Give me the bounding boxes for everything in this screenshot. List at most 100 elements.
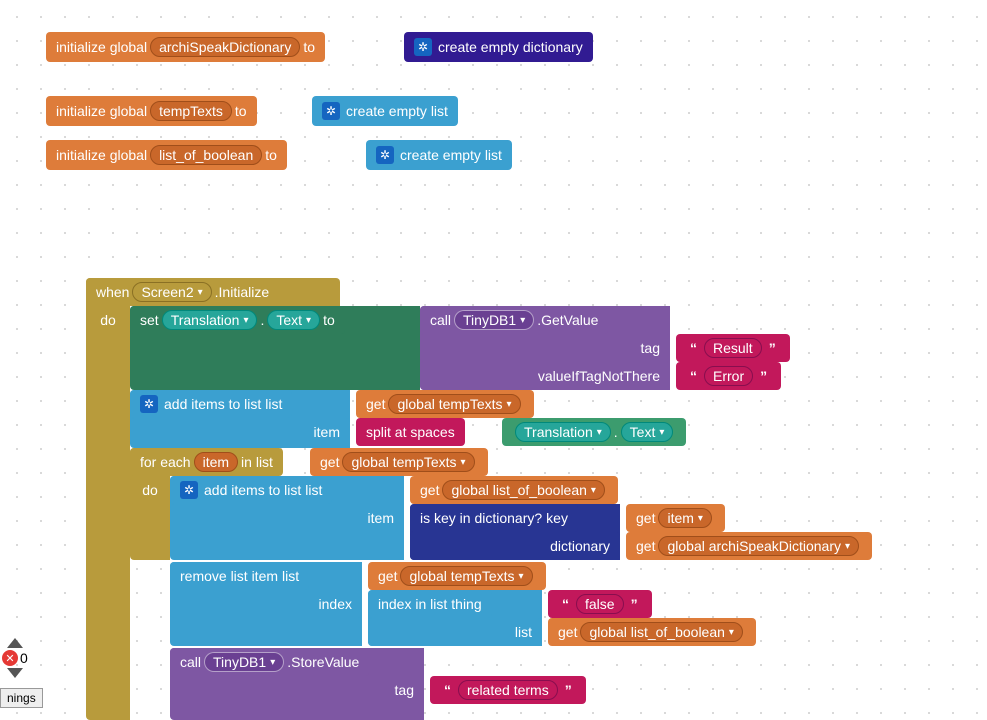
tinydb-dropdown[interactable]: TinyDB1	[454, 310, 534, 330]
get-temp-3[interactable]: get global tempTexts	[368, 562, 546, 590]
p1: list	[305, 482, 322, 498]
prop-dropdown[interactable]: Text	[267, 310, 320, 330]
string-false[interactable]: “ false ”	[548, 590, 652, 618]
get-temp-2[interactable]: get global tempTexts	[310, 448, 488, 476]
p1: list	[282, 568, 299, 584]
label: create empty list	[400, 147, 502, 163]
gear-icon[interactable]: ✲	[140, 395, 158, 413]
add-items-1[interactable]: ✲ add items to list list	[130, 390, 292, 418]
var[interactable]: global tempTexts	[400, 566, 532, 586]
screen-dropdown[interactable]: Screen2	[132, 282, 211, 302]
create-empty-dict[interactable]: ✲ create empty dictionary	[404, 32, 593, 62]
foreach-header[interactable]: for each item in list	[130, 448, 283, 476]
add-items-1-item: item	[130, 418, 350, 446]
in: in list	[241, 454, 273, 470]
error-icon: ✕	[2, 650, 18, 666]
get-item[interactable]: get item	[626, 504, 725, 532]
value[interactable]: Error	[704, 366, 753, 386]
create-empty-list-2[interactable]: ✲ create empty list	[366, 140, 512, 170]
var[interactable]: global tempTexts	[342, 452, 474, 472]
method: .GetValue	[537, 312, 598, 328]
iskey[interactable]: is key in dictionary? key	[410, 504, 578, 532]
remove-index: index	[170, 590, 362, 618]
gear-icon[interactable]: ✲	[322, 102, 340, 120]
tinydb-dropdown-2[interactable]: TinyDB1	[204, 652, 284, 672]
value[interactable]: Result	[704, 338, 762, 358]
get: get	[378, 568, 397, 584]
to: to	[265, 147, 277, 163]
add-items-2[interactable]: ✲ add items to list list	[170, 476, 332, 504]
call-store[interactable]: call TinyDB1 .StoreValue	[170, 648, 369, 676]
create-empty-list-1[interactable]: ✲ create empty list	[312, 96, 458, 126]
comp[interactable]: Translation	[515, 422, 611, 442]
p1: list	[265, 396, 282, 412]
index-in-list[interactable]: index in list thing	[368, 590, 492, 618]
index-list: list	[368, 618, 542, 646]
split-at-spaces[interactable]: split at spaces	[356, 418, 465, 446]
gear-icon[interactable]: ✲	[414, 38, 432, 56]
varname: list_of_boolean	[150, 145, 262, 165]
to: to	[303, 39, 315, 55]
open-quote: “	[686, 340, 701, 356]
expand-up-icon[interactable]	[7, 638, 23, 648]
var[interactable]: global list_of_boolean	[580, 622, 742, 642]
init-global-dict[interactable]: initialize global archiSpeakDictionary t…	[46, 32, 325, 62]
set-block[interactable]: set Translation . Text to	[130, 306, 345, 334]
get: get	[366, 396, 385, 412]
call: call	[430, 312, 451, 328]
var[interactable]: global archiSpeakDictionary	[658, 536, 859, 556]
varname: archiSpeakDictionary	[150, 37, 300, 57]
init-global-bool[interactable]: initialize global list_of_boolean to	[46, 140, 287, 170]
event-body	[86, 278, 130, 720]
store-tag: tag	[170, 676, 424, 704]
prop[interactable]: Text	[621, 422, 674, 442]
error-indicator[interactable]: ✕ 0	[2, 650, 28, 666]
translation-text-getter[interactable]: Translation . Text	[502, 418, 686, 446]
get: get	[636, 538, 655, 554]
value[interactable]: related terms	[458, 680, 558, 700]
varname: tempTexts	[150, 101, 232, 121]
string-related[interactable]: “ related terms ”	[430, 676, 586, 704]
error-count: 0	[20, 650, 28, 666]
label: remove list item	[180, 568, 278, 584]
label: index in list	[378, 596, 447, 612]
get-bool-2[interactable]: get global list_of_boolean	[548, 618, 756, 646]
close-quote: ”	[756, 368, 771, 384]
label: initialize global	[56, 147, 147, 163]
string-error[interactable]: “ Error ”	[676, 362, 781, 390]
string-result[interactable]: “ Result ”	[676, 334, 790, 362]
warnings-tab[interactable]: nings	[0, 688, 43, 708]
init: .Initialize	[215, 284, 269, 300]
open-quote: “	[440, 682, 455, 698]
event-header[interactable]: when Screen2 .Initialize	[86, 278, 340, 306]
get-bool-1[interactable]: get global list_of_boolean	[410, 476, 618, 504]
set: set	[140, 312, 159, 328]
close-quote: ”	[561, 682, 576, 698]
value[interactable]: false	[576, 594, 624, 614]
get-temp-1[interactable]: get global tempTexts	[356, 390, 534, 418]
gear-icon[interactable]: ✲	[376, 146, 394, 164]
thing: thing	[451, 596, 481, 612]
var[interactable]: item	[658, 508, 711, 528]
label: is key in dictionary?	[420, 510, 542, 526]
component-dropdown[interactable]: Translation	[162, 310, 258, 330]
item[interactable]: item	[194, 452, 238, 472]
workspace-controls: ✕ 0	[2, 636, 28, 680]
expand-down-icon[interactable]	[7, 668, 23, 678]
label: create empty list	[346, 103, 448, 119]
get: get	[320, 454, 339, 470]
remove-item[interactable]: remove list item list	[170, 562, 309, 590]
var[interactable]: global list_of_boolean	[442, 480, 604, 500]
dot: .	[614, 424, 618, 440]
label: add items to list	[164, 396, 261, 412]
call-getvalue[interactable]: call TinyDB1 .GetValue	[420, 306, 608, 334]
add-items-2-item: item	[170, 504, 404, 532]
gear-icon[interactable]: ✲	[180, 481, 198, 499]
var[interactable]: global tempTexts	[388, 394, 520, 414]
key: key	[546, 510, 568, 526]
label: initialize global	[56, 39, 147, 55]
get-dict[interactable]: get global archiSpeakDictionary	[626, 532, 872, 560]
init-global-temp[interactable]: initialize global tempTexts to	[46, 96, 257, 126]
for: for each	[140, 454, 191, 470]
dot: .	[260, 312, 264, 328]
